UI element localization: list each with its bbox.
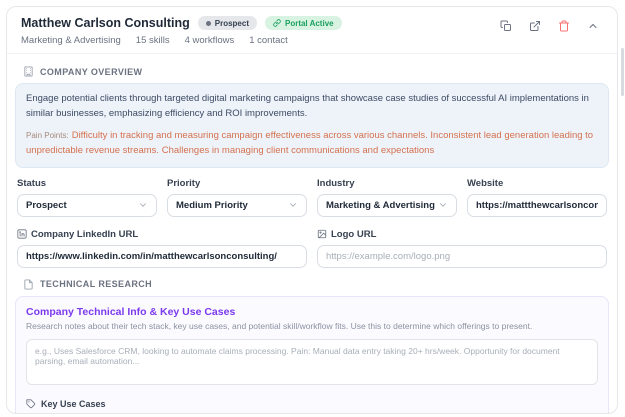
duplicate-button[interactable] (500, 20, 512, 32)
industry-field: Industry Marketing & Advertising (317, 178, 457, 217)
linkedin-label: Company LinkedIn URL (17, 229, 307, 240)
website-input[interactable] (467, 193, 607, 217)
linkedin-field: Company LinkedIn URL (17, 229, 307, 268)
meta-skills: 15 skills (135, 35, 170, 46)
status-badge: Prospect (197, 16, 257, 30)
priority-field: Priority Medium Priority (167, 178, 307, 217)
pain-points-label: Pain Points: (26, 131, 69, 141)
industry-select[interactable]: Marketing & Advertising (317, 193, 457, 217)
meta-row: Marketing & Advertising 15 skills 4 work… (21, 35, 342, 46)
chevron-down-icon (290, 203, 296, 208)
status-label: Status (17, 177, 47, 189)
open-external-button[interactable] (529, 20, 541, 32)
header-actions (500, 16, 603, 32)
technical-notes-textarea[interactable] (26, 338, 598, 385)
priority-select[interactable]: Medium Priority (167, 193, 307, 217)
link-icon (273, 19, 281, 27)
document-icon (24, 279, 33, 290)
status-dot-icon (205, 20, 211, 26)
company-detail-card: Matthew Carlson Consulting Prospect Port… (6, 6, 618, 414)
status-field: Status Prospect (17, 178, 157, 217)
overview-box: Engage potential clients through targete… (15, 83, 609, 168)
logo-input[interactable] (317, 244, 607, 268)
card-body: COMPANY OVERVIEW Engage potential client… (7, 54, 617, 413)
field-row-1: Status Prospect Priority Medium Priority… (17, 178, 607, 217)
industry-label: Industry (317, 177, 355, 189)
header-left: Matthew Carlson Consulting Prospect Port… (21, 16, 342, 46)
pain-points: Pain Points: Difficulty in tracking and m… (26, 129, 598, 158)
company-overview-section-label: COMPANY OVERVIEW (23, 66, 609, 77)
title-row: Matthew Carlson Consulting Prospect Port… (21, 16, 342, 30)
trash-icon (559, 20, 569, 32)
logo-label: Logo URL (317, 229, 607, 240)
meta-workflows: 4 workflows (184, 35, 235, 46)
website-label: Website (467, 177, 504, 189)
field-row-2: Company LinkedIn URL Logo URL (17, 229, 607, 268)
company-title: Matthew Carlson Consulting (21, 16, 190, 30)
collapse-button[interactable] (587, 20, 599, 32)
pain-points-text: Difficulty in tracking and measuring cam… (26, 130, 594, 157)
status-select[interactable]: Prospect (17, 193, 157, 217)
building-icon (24, 66, 33, 77)
tech-card-subtitle: Research notes about their tech stack, k… (26, 320, 533, 331)
card-header: Matthew Carlson Consulting Prospect Port… (7, 7, 617, 54)
logo-field: Logo URL (317, 229, 607, 268)
chevron-down-icon (440, 203, 446, 208)
linkedin-input[interactable] (17, 244, 307, 268)
technical-research-box: Company Technical Info & Key Use Cases R… (15, 295, 609, 413)
meta-industry: Marketing & Advertising (21, 35, 121, 46)
overview-description: Engage potential clients through targete… (26, 93, 589, 119)
chevron-up-icon (589, 23, 597, 28)
copy-icon (500, 20, 511, 31)
tech-card-title: Company Technical Info & Key Use Cases (26, 305, 236, 318)
key-use-cases-label: Key Use Cases (26, 399, 598, 409)
meta-contacts: 1 contact (249, 35, 288, 46)
portal-active-badge: Portal Active (264, 16, 342, 30)
tag-icon (26, 399, 36, 409)
linkedin-icon (17, 229, 27, 239)
external-link-icon (530, 21, 540, 31)
scrollbar[interactable] (621, 48, 624, 96)
website-field: Website (467, 178, 607, 217)
delete-button[interactable] (558, 20, 570, 32)
technical-research-section-label: TECHNICAL RESEARCH (23, 279, 609, 290)
priority-label: Priority (167, 177, 201, 189)
image-icon (317, 230, 327, 239)
chevron-down-icon (140, 203, 146, 208)
